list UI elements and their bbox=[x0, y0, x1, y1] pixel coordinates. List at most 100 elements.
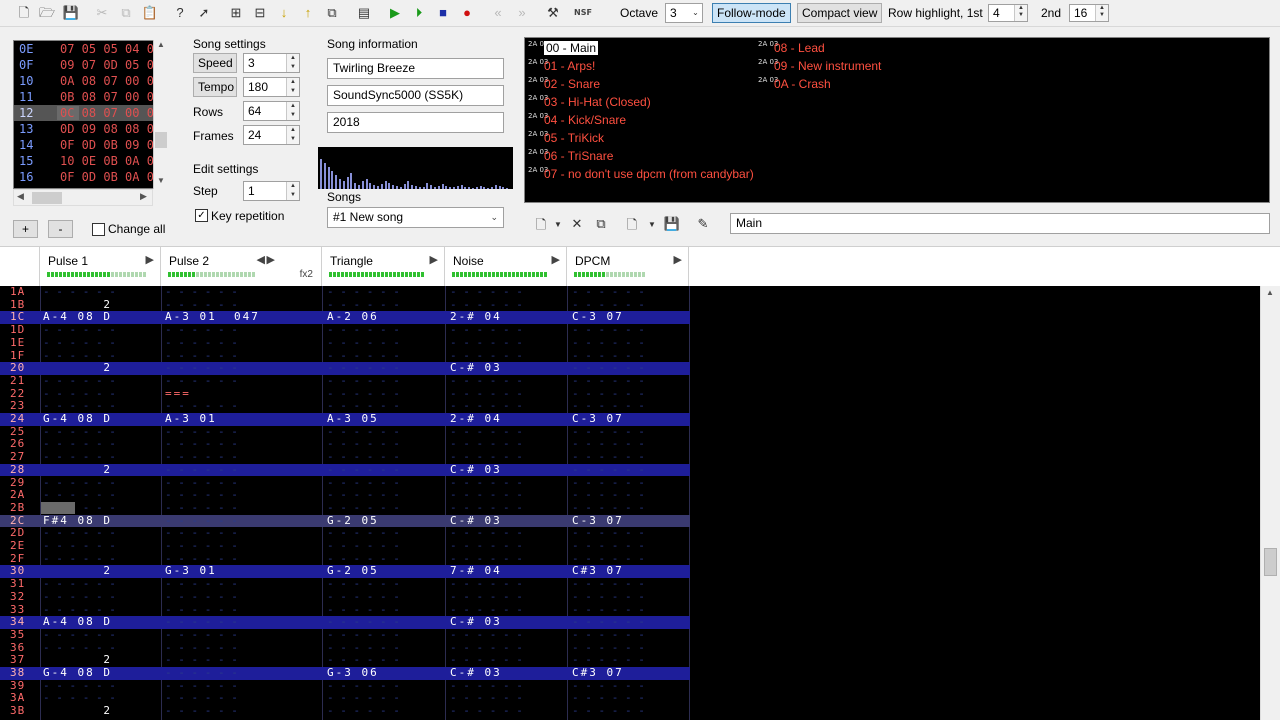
speed-button[interactable]: Speed bbox=[193, 53, 237, 73]
empty-cell[interactable]: - - - - - - bbox=[165, 590, 238, 604]
pattern-row[interactable]: 1E - - - - - - - - - - - - - - - - - - - - -… bbox=[0, 336, 690, 350]
empty-cell[interactable]: - - - - - - bbox=[165, 615, 238, 629]
empty-cell[interactable]: - - - - - - bbox=[327, 374, 400, 388]
pattern-row[interactable]: 35 - - - - - - - - - - - - - - - - - - - - -… bbox=[0, 628, 690, 642]
scroll-left-icon[interactable]: ◀ bbox=[17, 191, 24, 202]
empty-cell[interactable]: - - - - - - bbox=[165, 628, 238, 642]
empty-cell[interactable]: - - - - - - bbox=[450, 488, 523, 502]
pattern-row[interactable]: 2B - - - - - - - - - - - - - - - - - - - - -… bbox=[0, 501, 690, 515]
channel-pulse1[interactable]: Pulse 1 ▶ bbox=[40, 247, 161, 287]
tempo-button[interactable]: Tempo bbox=[193, 77, 237, 97]
octave-select[interactable]: 3 ⌄ bbox=[665, 3, 703, 23]
speed-spinner[interactable]: 3 ▲ ▼ bbox=[243, 53, 300, 73]
empty-cell[interactable]: - - - - - - bbox=[165, 450, 238, 464]
empty-cell[interactable]: - - - - - - bbox=[572, 463, 645, 477]
collapse-effects-icon[interactable]: ◀ bbox=[257, 253, 265, 266]
key-repetition-checkbox[interactable]: ✓ bbox=[195, 209, 208, 222]
channel-triangle[interactable]: Triangle ▶ bbox=[322, 247, 445, 287]
expand-effects-icon[interactable]: ▶ bbox=[674, 253, 682, 266]
empty-cell[interactable]: - - - - - - bbox=[572, 577, 645, 591]
empty-cell[interactable]: - - - - - - bbox=[450, 590, 523, 604]
empty-cell[interactable]: - - - - - - bbox=[572, 590, 645, 604]
move-frame-up-icon[interactable]: ↑ bbox=[298, 4, 318, 22]
empty-cell[interactable]: - - - - - - bbox=[165, 488, 238, 502]
record-icon[interactable]: ● bbox=[457, 4, 477, 22]
instrument-item[interactable]: 2A 0305 - TriKick bbox=[528, 129, 604, 147]
pattern-row[interactable]: 32 - - - - - - - - - - - - - - - - - - - - -… bbox=[0, 590, 690, 604]
empty-cell[interactable]: - - - - - - bbox=[450, 628, 523, 642]
empty-cell[interactable]: - - - - - - bbox=[450, 336, 523, 350]
empty-cell[interactable]: - - - - - - bbox=[450, 323, 523, 337]
empty-cell[interactable]: - - - - - - bbox=[43, 577, 116, 591]
pattern-cell[interactable]: C-# 03 bbox=[450, 666, 502, 680]
empty-cell[interactable]: - - - - - - bbox=[165, 577, 238, 591]
help-icon[interactable]: ? bbox=[170, 4, 190, 22]
pattern-row[interactable]: 2A - - - - - - - - - - - - - - - - - - - - -… bbox=[0, 488, 690, 502]
instrument-item[interactable]: 2A 0304 - Kick/Snare bbox=[528, 111, 626, 129]
empty-cell[interactable]: - - - - - - bbox=[450, 501, 523, 515]
pattern-row[interactable]: 31 - - - - - - - - - - - - - - - - - - - - -… bbox=[0, 577, 690, 591]
play-loop-icon[interactable]: ⏵ bbox=[409, 4, 429, 22]
remove-frame-icon[interactable]: ⊟ bbox=[250, 4, 270, 22]
frame-row[interactable]: 15 10 0E 0B 0A 08 bbox=[14, 153, 167, 169]
empty-cell[interactable]: - - - - - - bbox=[327, 577, 400, 591]
frame-row[interactable]: 12 0C 08 07 00 00 bbox=[14, 105, 167, 121]
pattern-row[interactable]: 3B 2 - - - - - - - - - - - - - - - - - - - -… bbox=[0, 704, 690, 718]
empty-cell[interactable]: - - - - - - bbox=[450, 539, 523, 553]
pattern-row[interactable]: 27 - - - - - - - - - - - - - - - - - - - - -… bbox=[0, 450, 690, 464]
expand-effects-icon[interactable]: ▶ bbox=[552, 253, 560, 266]
pattern-cell[interactable]: G-3 06 bbox=[327, 666, 379, 680]
empty-cell[interactable]: - - - - - - bbox=[572, 323, 645, 337]
new-instrument-icon[interactable]: 🗋 bbox=[532, 216, 550, 232]
pattern-row[interactable]: 24 G-4 08 D A-3 01 A-3 05 2-# 04 C-3 07 bbox=[0, 412, 690, 426]
empty-cell[interactable]: - - - - - - bbox=[43, 336, 116, 350]
frames-spinner[interactable]: 24 ▲ ▼ bbox=[243, 125, 300, 145]
pattern-cell[interactable]: G-4 08 D bbox=[43, 412, 112, 426]
empty-cell[interactable]: - - - - - - bbox=[327, 501, 400, 515]
add-frame-icon[interactable]: ⊞ bbox=[226, 4, 246, 22]
pattern-row[interactable]: 1D - - - - - - - - - - - - - - - - - - - - -… bbox=[0, 323, 690, 337]
chevron-down-icon[interactable]: ▼ bbox=[643, 220, 661, 236]
cut-icon[interactable]: ✂ bbox=[92, 4, 112, 22]
frame-list-scrollbar[interactable]: ▲ ▼ bbox=[153, 40, 168, 189]
channel-dpcm[interactable]: DPCM ▶ bbox=[567, 247, 689, 287]
empty-cell[interactable]: - - - - - - bbox=[450, 704, 523, 718]
spinner-arrows-icon[interactable]: ▲ ▼ bbox=[286, 102, 299, 120]
sample-visualizer[interactable] bbox=[318, 147, 513, 189]
context-help-icon[interactable]: ➚ bbox=[194, 4, 214, 22]
scroll-right-icon[interactable]: ▶ bbox=[140, 191, 147, 202]
edit-instrument-icon[interactable]: ✎ bbox=[694, 216, 712, 232]
save-icon[interactable]: 💾 bbox=[61, 4, 81, 22]
instrument-item[interactable]: 2A 0302 - Snare bbox=[528, 75, 600, 93]
empty-cell[interactable]: - - - - - - bbox=[165, 539, 238, 553]
next-song-icon[interactable]: » bbox=[512, 4, 532, 22]
empty-cell[interactable]: - - - - - - bbox=[327, 336, 400, 350]
change-all-checkbox[interactable] bbox=[92, 223, 105, 236]
empty-cell[interactable]: - - - - - - bbox=[43, 323, 116, 337]
pattern-row[interactable]: 1A - - - - - - - - - - - - - - - - - - - - -… bbox=[0, 286, 690, 299]
empty-cell[interactable]: - - - - - - bbox=[43, 374, 116, 388]
frame-list[interactable]: 0E 07 05 05 04 04 0F 09 07 0D 05 05 10 0A 08 … bbox=[13, 40, 168, 189]
instrument-item[interactable]: 2A 0300 - Main bbox=[528, 39, 599, 57]
scroll-thumb[interactable] bbox=[155, 132, 167, 148]
empty-cell[interactable]: - - - - - - bbox=[572, 628, 645, 642]
empty-cell[interactable]: - - - - - - bbox=[165, 361, 238, 375]
pattern-scrollbar[interactable]: ▲ bbox=[1260, 286, 1280, 720]
pattern-cell[interactable]: 2-# 04 bbox=[450, 412, 502, 426]
spinner-arrows-icon[interactable]: ▲ ▼ bbox=[286, 182, 299, 200]
copy-icon[interactable]: ⧉ bbox=[116, 4, 136, 22]
empty-cell[interactable]: - - - - - - bbox=[165, 704, 238, 718]
tempo-spinner[interactable]: 180 ▲ ▼ bbox=[243, 77, 300, 97]
pattern-row[interactable]: 34 A-4 08 D - - - - - - - - - - - - C-# 03 - … bbox=[0, 615, 690, 629]
empty-cell[interactable]: - - - - - - bbox=[327, 323, 400, 337]
pattern-cell[interactable]: A-4 08 D bbox=[43, 615, 112, 629]
empty-cell[interactable]: - - - - - - bbox=[327, 450, 400, 464]
empty-cell[interactable]: - - - - - - bbox=[450, 374, 523, 388]
remove-instrument-icon[interactable]: ✕ bbox=[568, 216, 586, 232]
empty-cell[interactable]: - - - - - - bbox=[165, 286, 238, 299]
frame-row[interactable]: 0E 07 05 05 04 04 bbox=[14, 41, 167, 57]
remove-frame-button[interactable]: - bbox=[48, 220, 73, 238]
pattern-cell[interactable]: C-# 03 bbox=[450, 361, 502, 375]
frame-row[interactable]: 13 0D 09 08 08 03 bbox=[14, 121, 167, 137]
instrument-item[interactable]: 2A 0309 - New instrument bbox=[758, 57, 881, 75]
